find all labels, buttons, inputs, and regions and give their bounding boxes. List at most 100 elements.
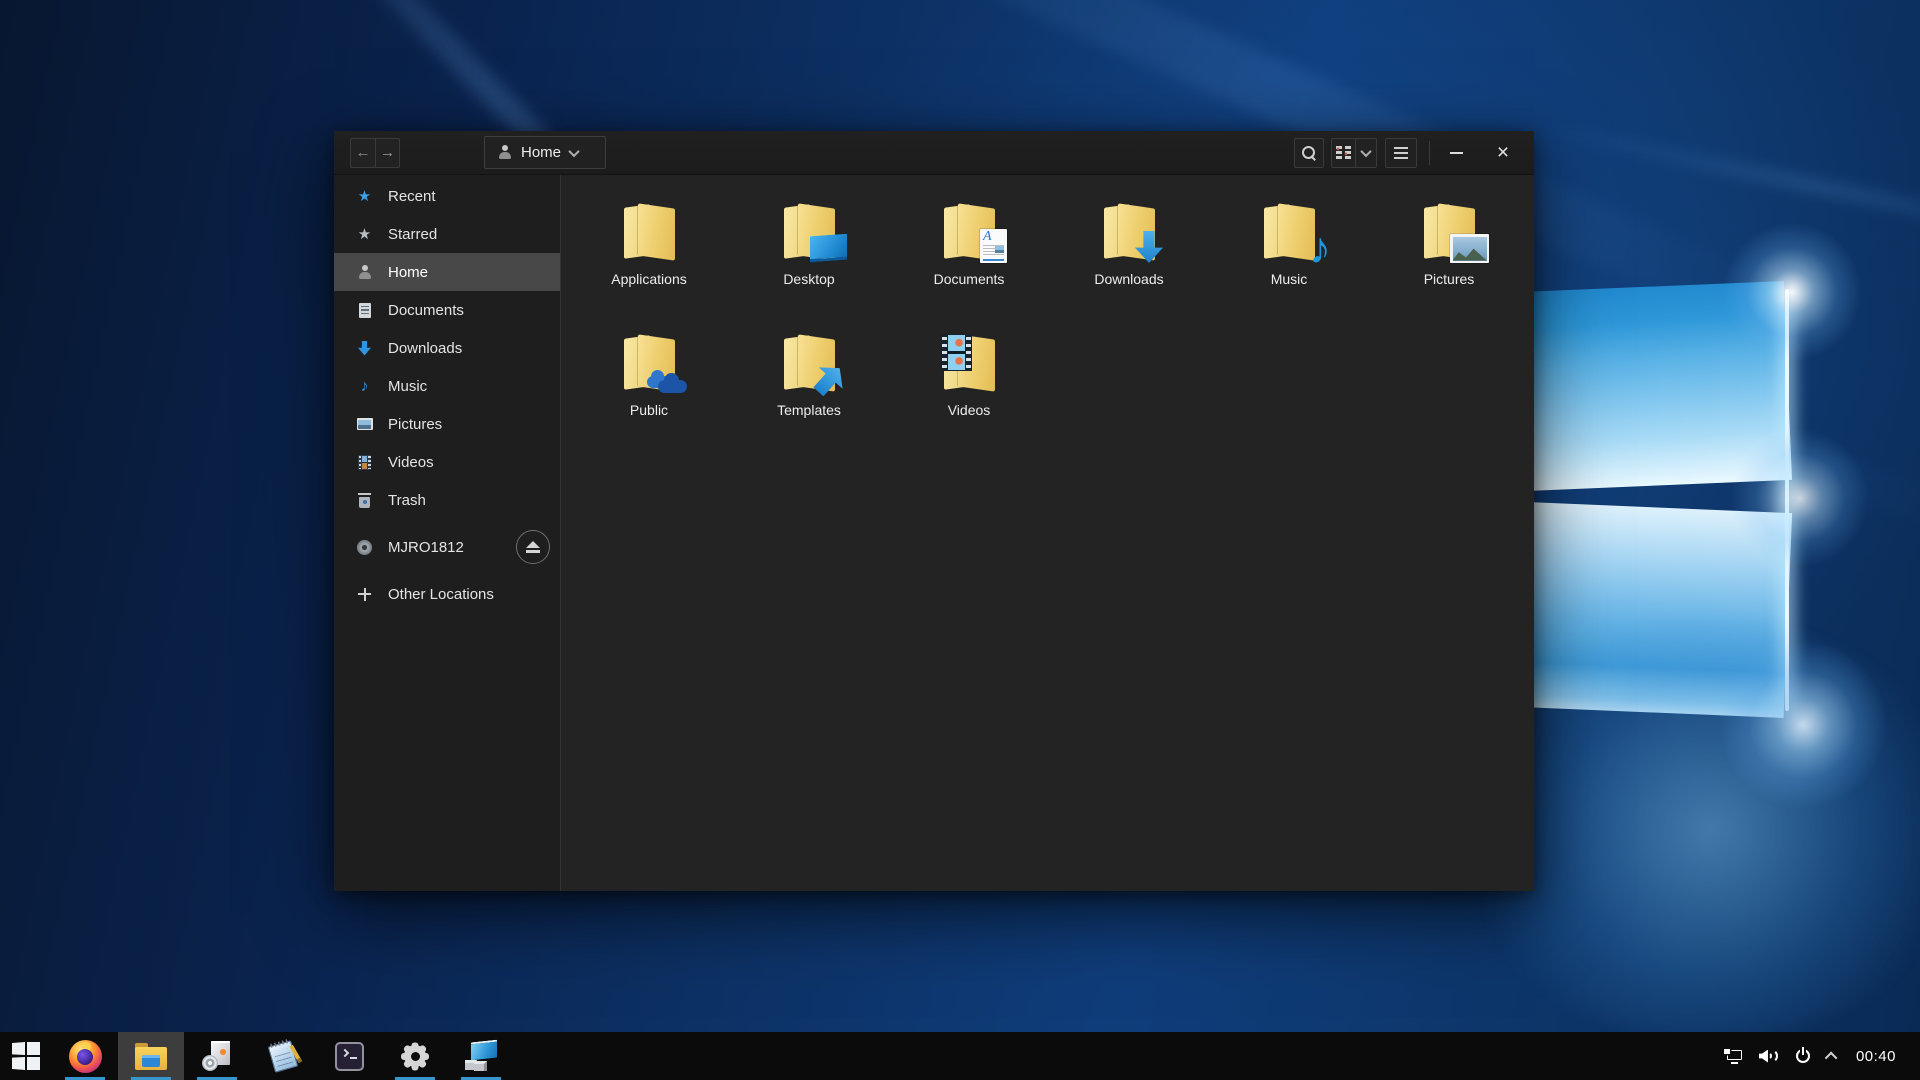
sidebar-item-downloads[interactable]: Downloads — [334, 329, 560, 367]
folder-icon — [777, 201, 841, 263]
folder-label: Desktop — [783, 271, 834, 287]
folder-pictures[interactable]: Pictures — [1369, 193, 1529, 324]
sidebar-item-starred[interactable]: ★ Starred — [334, 215, 560, 253]
music-note-icon: ♪ — [356, 378, 373, 395]
sidebar: ★ Recent ★ Starred Home Documents D — [334, 175, 561, 891]
system-tray: 00:40 — [1724, 1032, 1920, 1080]
taskbar-boxes[interactable] — [448, 1032, 514, 1080]
sidebar-item-label: Recent — [388, 188, 436, 205]
photo-icon — [356, 416, 373, 433]
taskbar: 00:40 — [0, 1032, 1920, 1080]
taskbar-text-editor[interactable] — [250, 1032, 316, 1080]
back-arrow-icon: ← — [356, 144, 371, 161]
folder-public[interactable]: Public — [569, 324, 729, 455]
text-editor-icon — [268, 1040, 299, 1073]
document-emblem-icon: A — [980, 229, 1007, 263]
file-manager-icon — [135, 1043, 167, 1070]
network-icon[interactable] — [1724, 1049, 1742, 1064]
forward-arrow-icon: → — [380, 144, 395, 161]
path-label: Home — [521, 144, 561, 161]
wallpaper-glow — [1730, 428, 1870, 568]
folder-label: Public — [630, 402, 668, 418]
file-manager-window: ← → Home — [334, 131, 1534, 891]
sidebar-item-other-locations[interactable]: Other Locations — [334, 575, 560, 613]
window-body: ★ Recent ★ Starred Home Documents D — [334, 175, 1534, 891]
recent-star-icon: ★ — [356, 188, 373, 205]
folder-downloads[interactable]: Downloads — [1049, 193, 1209, 324]
sidebar-item-videos[interactable]: Videos — [334, 443, 560, 481]
film-emblem-icon — [941, 334, 972, 371]
chevron-down-icon — [1360, 145, 1371, 156]
folder-videos[interactable]: Videos — [889, 324, 1049, 455]
folder-label: Templates — [777, 402, 841, 418]
sidebar-item-label: Pictures — [388, 416, 442, 433]
sidebar-item-label: Music — [388, 378, 427, 395]
clouds-emblem-icon — [647, 370, 687, 394]
taskbar-terminal[interactable] — [316, 1032, 382, 1080]
folder-applications[interactable]: Applications — [569, 193, 729, 324]
folder-icon — [1417, 201, 1481, 263]
sidebar-item-label: Starred — [388, 226, 437, 243]
folder-label: Applications — [611, 271, 687, 287]
sidebar-item-label: Trash — [388, 492, 426, 509]
folder-icon: ♪ — [1257, 201, 1321, 263]
folder-music[interactable]: ♪ Music — [1209, 193, 1369, 324]
sidebar-item-volume-mjro1812[interactable]: MJRO1812 — [334, 528, 560, 566]
plus-icon — [356, 586, 373, 603]
view-toggle-button[interactable] — [1331, 138, 1377, 168]
taskbar-file-manager[interactable] — [118, 1032, 184, 1080]
taskbar-settings[interactable] — [382, 1032, 448, 1080]
photo-emblem-icon — [1450, 234, 1489, 263]
folder-documents[interactable]: A Documents — [889, 193, 1049, 324]
music-note-emblem-icon: ♪ — [1309, 227, 1331, 271]
taskbar-firefox[interactable] — [52, 1032, 118, 1080]
hamburger-menu-button[interactable] — [1385, 138, 1417, 168]
start-button[interactable] — [0, 1032, 52, 1080]
close-button[interactable]: × — [1492, 138, 1514, 168]
minimize-button[interactable] — [1446, 138, 1466, 168]
sidebar-item-label: Downloads — [388, 340, 462, 357]
software-installer-icon — [202, 1041, 232, 1071]
folder-label: Pictures — [1424, 271, 1475, 287]
path-bar-button[interactable]: Home — [484, 136, 606, 169]
taskbar-software-installer[interactable] — [184, 1032, 250, 1080]
folder-icon — [617, 332, 681, 394]
separator — [1429, 141, 1430, 165]
folder-icon — [937, 332, 1001, 394]
clock[interactable]: 00:40 — [1856, 1048, 1896, 1065]
forward-button[interactable]: → — [375, 138, 400, 168]
folder-templates[interactable]: Templates — [729, 324, 889, 455]
sidebar-item-documents[interactable]: Documents — [334, 291, 560, 329]
minimize-icon — [1450, 152, 1463, 154]
folder-icon — [617, 201, 681, 263]
volume-icon[interactable] — [1759, 1049, 1778, 1064]
eject-button[interactable] — [516, 530, 550, 564]
chevron-down-icon — [568, 145, 579, 156]
gear-icon — [399, 1040, 431, 1072]
sidebar-item-trash[interactable]: Trash — [334, 481, 560, 519]
search-button[interactable] — [1294, 138, 1324, 168]
hamburger-icon — [1394, 147, 1408, 159]
sidebar-item-label: Documents — [388, 302, 464, 319]
power-icon[interactable] — [1795, 1048, 1811, 1064]
firefox-icon — [69, 1040, 102, 1073]
folder-label: Music — [1271, 271, 1308, 287]
sidebar-item-label: Home — [388, 264, 428, 281]
view-options-dropdown[interactable] — [1356, 149, 1376, 157]
sidebar-item-music[interactable]: ♪ Music — [334, 367, 560, 405]
folder-label: Documents — [934, 271, 1005, 287]
sidebar-item-pictures[interactable]: Pictures — [334, 405, 560, 443]
sidebar-item-home[interactable]: Home — [334, 253, 560, 291]
back-button[interactable]: ← — [350, 138, 375, 168]
sidebar-item-label: Other Locations — [388, 586, 494, 603]
terminal-icon — [335, 1042, 364, 1071]
sidebar-item-recent[interactable]: ★ Recent — [334, 177, 560, 215]
user-icon — [497, 145, 512, 160]
chevron-up-icon[interactable] — [1825, 1051, 1838, 1064]
boxes-icon — [465, 1041, 497, 1071]
folder-desktop[interactable]: Desktop — [729, 193, 889, 324]
user-icon — [356, 264, 373, 281]
nav-buttons: ← → — [350, 138, 400, 168]
optical-disc-icon — [356, 539, 373, 556]
sidebar-item-label: MJRO1812 — [388, 539, 464, 556]
